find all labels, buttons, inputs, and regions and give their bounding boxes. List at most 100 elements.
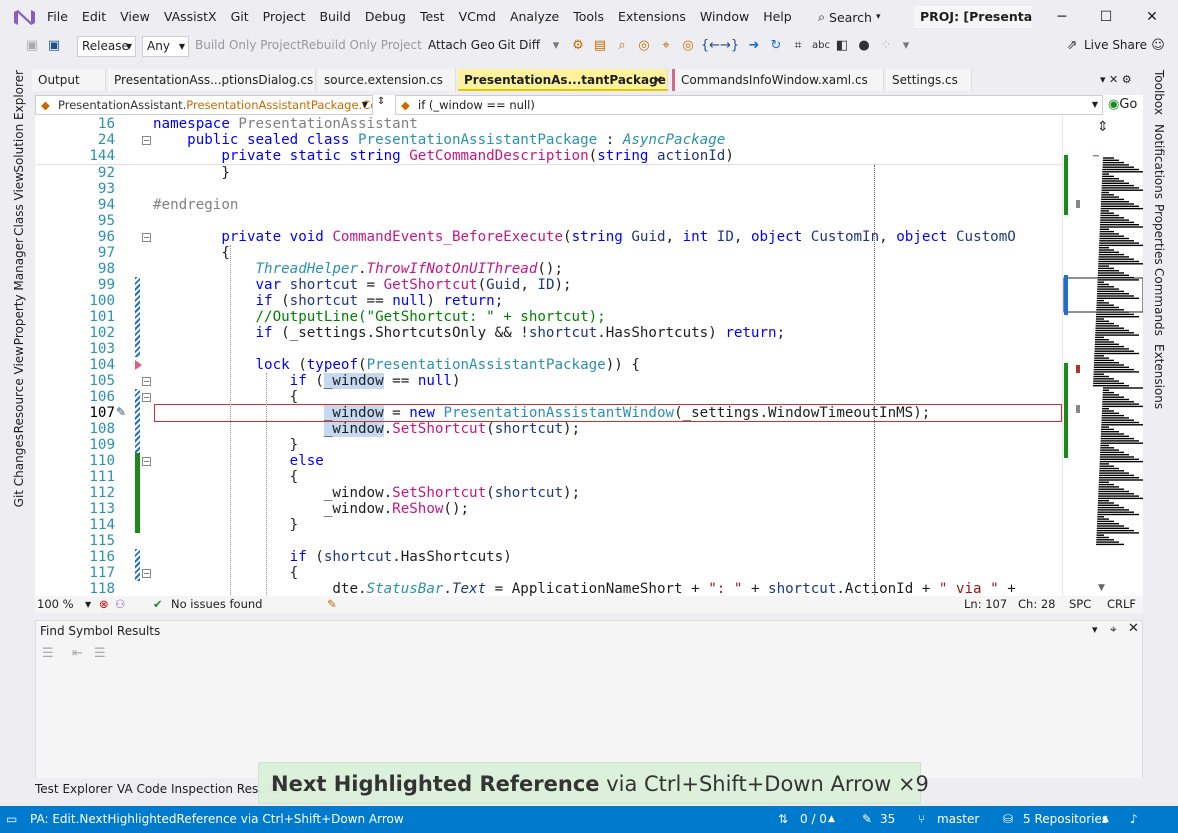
- find-icon[interactable]: ⌕: [614, 38, 630, 54]
- menu-project[interactable]: Project: [256, 0, 313, 34]
- code-line[interactable]: 102 if (_settings.ShortcutsOnly && !shor…: [35, 325, 1062, 341]
- sync-status[interactable]: 0 / 0: [800, 806, 827, 833]
- code-line[interactable]: 112 _window.SetShortcut(shortcut);: [35, 485, 1062, 501]
- menu-window[interactable]: Window: [693, 0, 756, 34]
- brush-icon[interactable]: ✎: [327, 596, 337, 613]
- fold-toggle-icon[interactable]: −: [142, 569, 151, 578]
- menu-edit[interactable]: Edit: [75, 0, 113, 34]
- repair-icon[interactable]: ⊗: [99, 596, 109, 613]
- bottom-tab[interactable]: Test Explorer: [35, 782, 112, 796]
- sticky-scroll-line[interactable]: 144 private static string GetCommandDesc…: [35, 148, 1062, 164]
- scroll-down-icon[interactable]: ▼: [1098, 583, 1105, 593]
- fold-toggle-icon[interactable]: −: [142, 377, 151, 386]
- left-strip-resource-view[interactable]: Resource View: [12, 346, 26, 433]
- arrow-right-icon[interactable]: ➜: [746, 38, 762, 54]
- code-line[interactable]: 114 }: [35, 517, 1062, 533]
- go-button[interactable]: ◉Go: [1108, 95, 1137, 115]
- chevron-down-icon[interactable]: ▼: [85, 596, 91, 613]
- sticky-scroll-line[interactable]: 16 namespace PresentationAssistant: [35, 116, 1062, 132]
- close-icon[interactable]: ✕: [1128, 621, 1139, 636]
- code-line[interactable]: 99 var shortcut = GetShortcut(Guid, ID);: [35, 277, 1062, 293]
- code-line[interactable]: 105 if (_window == null): [35, 373, 1062, 389]
- code-line[interactable]: 111 {: [35, 469, 1062, 485]
- left-strip-class-view[interactable]: Class View: [12, 172, 26, 236]
- code-line[interactable]: 98 ThreadHelper.ThrowIfNotOnUIThread();: [35, 261, 1062, 277]
- repositories[interactable]: 5 Repositories: [1023, 806, 1108, 833]
- bookmark-marker-icon[interactable]: [135, 360, 142, 370]
- menu-extensions[interactable]: Extensions: [611, 0, 693, 34]
- brackets-nav-icon[interactable]: {←→}: [700, 38, 740, 54]
- folder-icon[interactable]: ▤: [592, 38, 608, 54]
- search-box[interactable]: ⌕ Search ▾: [818, 6, 904, 28]
- code-line[interactable]: 116 if (shortcut.HasShortcuts): [35, 549, 1062, 565]
- panel-options-icon[interactable]: ▾: [1092, 623, 1098, 636]
- menu-file[interactable]: File: [40, 0, 75, 34]
- menu-git[interactable]: Git: [224, 0, 256, 34]
- code-line[interactable]: 97 {: [35, 245, 1062, 261]
- rebuild-only-project-button[interactable]: Rebuild Only Project: [301, 38, 422, 52]
- list-icon[interactable]: ☰: [42, 646, 54, 661]
- configuration-dropdown[interactable]: Release ▼: [77, 36, 136, 57]
- minimize-button[interactable]: ─: [1040, 0, 1084, 34]
- git-diff-button[interactable]: Git Diff: [498, 38, 540, 52]
- pin-icon[interactable]: ⌖: [1110, 622, 1117, 637]
- left-strip-property-manager[interactable]: Property Manager: [12, 238, 26, 345]
- crop-icon[interactable]: ⌗: [790, 38, 806, 54]
- code-line[interactable]: 104 lock (typeof(PresentationAssistantPa…: [35, 357, 1062, 373]
- tab-document[interactable]: Settings.cs: [886, 69, 972, 91]
- overflow-icon[interactable]: ▾: [898, 38, 914, 54]
- menu-analyze[interactable]: Analyze: [503, 0, 566, 34]
- code-line[interactable]: 95: [35, 213, 1062, 229]
- settings-icon[interactable]: ⚙: [570, 38, 586, 54]
- code-line[interactable]: 117 {: [35, 565, 1062, 581]
- tab-document[interactable]: CommandsInfoWindow.xaml.cs: [672, 69, 884, 91]
- dots-icon[interactable]: ⁘: [878, 38, 894, 54]
- code-line[interactable]: 118 _dte.StatusBar.Text = ApplicationNam…: [35, 581, 1062, 596]
- refresh-icon[interactable]: ↻: [768, 38, 784, 54]
- code-line[interactable]: 93: [35, 181, 1062, 197]
- right-strip-commands[interactable]: Commands: [1152, 268, 1166, 336]
- save-all-icon[interactable]: ▣: [46, 38, 62, 54]
- build-only-project-button[interactable]: Build Only Project: [195, 38, 301, 52]
- code-line[interactable]: 94 #endregion: [35, 197, 1062, 213]
- close-tab-icon[interactable]: ✕: [653, 69, 663, 89]
- menu-view[interactable]: View: [113, 0, 157, 34]
- bottom-tab[interactable]: VA Code Inspection Results: [117, 782, 280, 796]
- right-strip-notifications[interactable]: Notifications: [1152, 124, 1166, 199]
- fold-toggle-icon[interactable]: −: [142, 233, 151, 242]
- right-strip-extensions[interactable]: Extensions: [1152, 344, 1166, 409]
- minimap-scrollbar[interactable]: ⇕ ▼: [1062, 115, 1143, 596]
- notifications-bell-icon[interactable]: ♪: [1130, 806, 1138, 833]
- feedback-icon[interactable]: ☺: [1150, 38, 1166, 54]
- line-number[interactable]: Ln: 107: [964, 596, 1007, 613]
- column-number[interactable]: Ch: 28: [1018, 596, 1055, 613]
- indent-icon[interactable]: ☰: [94, 646, 106, 661]
- code-line[interactable]: 108 _window.SetShortcut(shortcut);: [35, 421, 1062, 437]
- left-strip-git-changes[interactable]: Git Changes: [12, 434, 26, 507]
- maximize-button[interactable]: ☐: [1084, 0, 1128, 34]
- code-line[interactable]: 92 }: [35, 165, 1062, 181]
- issues-status[interactable]: No issues found: [171, 596, 262, 613]
- menu-build[interactable]: Build: [312, 0, 357, 34]
- code-line[interactable]: 110 else: [35, 453, 1062, 469]
- code-line[interactable]: 106 {: [35, 389, 1062, 405]
- code-area[interactable]: 16 namespace PresentationAssistant 24 publ…: [35, 115, 1062, 596]
- spell-check-icon[interactable]: abc: [812, 38, 830, 54]
- target-icon[interactable]: ◎: [636, 38, 652, 54]
- quick-action-icon[interactable]: ✎: [116, 405, 126, 419]
- fold-toggle-icon[interactable]: −: [142, 136, 151, 145]
- document-icon[interactable]: ◧: [834, 38, 850, 54]
- close-button[interactable]: ✕: [1130, 0, 1174, 34]
- split-editor-icon[interactable]: ⇕: [1097, 119, 1109, 135]
- sticky-scroll-line[interactable]: 24 public sealed class PresentationAssis…: [35, 132, 1062, 148]
- dropdown-icon[interactable]: ▾: [548, 38, 564, 54]
- whitespace-mode[interactable]: SPC: [1069, 596, 1091, 613]
- code-line[interactable]: 113 _window.ReShow();: [35, 501, 1062, 517]
- code-line[interactable]: 100 if (shortcut == null) return;: [35, 293, 1062, 309]
- tab-document[interactable]: PresentationAss...ptionsDialog.cs: [108, 69, 316, 91]
- live-share-button[interactable]: Live Share: [1084, 38, 1147, 52]
- right-strip-properties[interactable]: Properties: [1152, 204, 1166, 265]
- split-icon[interactable]: ⇕: [377, 96, 385, 107]
- zoom-level[interactable]: 100 %: [37, 596, 74, 613]
- tab-document[interactable]: PresentationAs...tantPackage.cs ✕: [458, 69, 668, 91]
